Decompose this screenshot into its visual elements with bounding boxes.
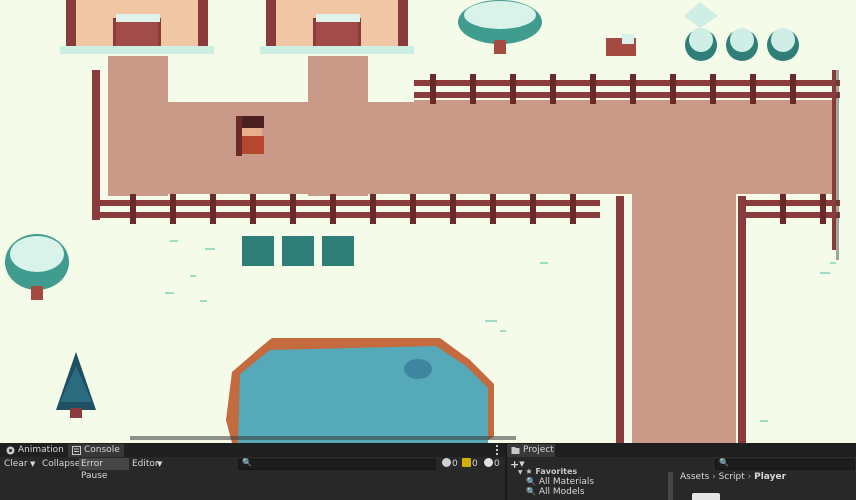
info-icon <box>442 458 451 467</box>
search-icon: 🔍 <box>526 477 536 486</box>
favorite-item-all-models[interactable]: 🔍 All Models <box>526 486 585 498</box>
project-search-input[interactable]: 🔍 <box>715 458 855 470</box>
clear-button[interactable]: Clear ▼ <box>2 458 40 470</box>
favorite-label: All Models <box>538 487 585 497</box>
bottom-panels: Animation Console Clear ▼ Collapse Error… <box>0 443 856 500</box>
snow-patches <box>168 56 414 102</box>
chevron-right-icon: › <box>747 472 752 482</box>
project-tabbar: Project <box>507 443 856 457</box>
tab-animation[interactable]: Animation <box>2 444 66 457</box>
chevron-right-icon: › <box>712 472 716 482</box>
animation-icon <box>6 446 15 455</box>
project-tree-scrollbar[interactable] <box>668 472 673 500</box>
clear-dropdown-icon[interactable]: ▼ <box>30 458 35 470</box>
info-count[interactable]: 0 <box>442 458 458 470</box>
editor-dropdown[interactable]: Editor ▼ <box>130 458 166 470</box>
collapse-button[interactable]: Collapse <box>40 458 81 470</box>
search-icon: 🔍 <box>242 458 252 467</box>
breadcrumb-item[interactable]: Script <box>719 472 745 482</box>
search-icon: 🔍 <box>526 487 536 496</box>
breadcrumb-item-current[interactable]: Player <box>754 472 786 482</box>
error-count[interactable]: 0 <box>484 458 500 470</box>
error-count-value: 0 <box>494 459 500 469</box>
error-icon <box>484 458 493 467</box>
editor-label: Editor <box>132 459 159 469</box>
favorites-toggle-icon: ▼ <box>518 469 523 476</box>
kebab-menu-icon[interactable] <box>496 445 499 455</box>
warning-count-value: 0 <box>472 459 478 469</box>
tab-console-label: Console <box>84 445 120 455</box>
scene-canvas[interactable] <box>0 0 856 443</box>
ferns <box>242 236 354 266</box>
warning-icon <box>462 458 471 467</box>
tab-project-label: Project <box>523 445 554 455</box>
breadcrumb: Assets › Script › Player <box>680 471 786 483</box>
script-file-icon[interactable] <box>692 493 720 500</box>
scene-vertical-scrollbar[interactable] <box>836 70 839 260</box>
scene-horizontal-scrollbar[interactable] <box>130 436 516 440</box>
breadcrumb-item[interactable]: Assets <box>680 472 709 482</box>
frozen-pond <box>226 338 494 443</box>
house-left <box>60 0 214 54</box>
house-right <box>260 0 414 54</box>
scene-view[interactable] <box>0 0 856 443</box>
console-search-input[interactable]: 🔍 <box>238 458 436 470</box>
clear-label: Clear <box>4 459 28 469</box>
chevron-down-icon: ▼ <box>157 460 163 468</box>
error-pause-button[interactable]: Error Pause <box>79 458 129 481</box>
star-icon: ★ <box>525 467 533 476</box>
console-icon <box>72 446 81 455</box>
console-tabbar: Animation Console <box>0 443 505 457</box>
favorites-label: Favorites <box>535 467 578 476</box>
warning-count[interactable]: 0 <box>462 458 478 470</box>
tab-animation-label: Animation <box>18 445 64 455</box>
folder-icon <box>511 447 520 454</box>
player-character[interactable] <box>236 116 264 156</box>
tab-project[interactable]: Project <box>507 444 555 457</box>
tab-console[interactable]: Console <box>68 444 124 457</box>
error-pause-label: Error Pause <box>81 459 108 481</box>
info-count-value: 0 <box>452 459 458 469</box>
search-icon: 🔍 <box>719 458 729 467</box>
collapse-label: Collapse <box>42 459 81 469</box>
